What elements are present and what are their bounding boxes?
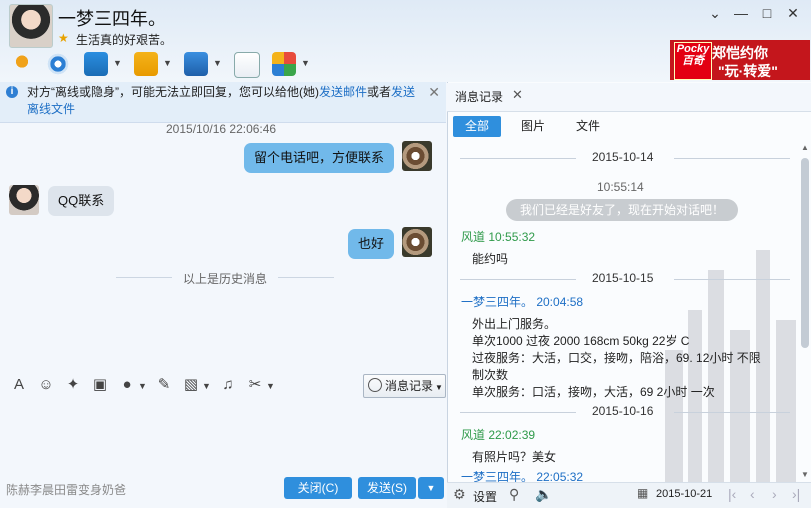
scrollbar-thumb[interactable] bbox=[801, 158, 809, 348]
video-call-icon[interactable] bbox=[46, 52, 70, 76]
date-separator: 2015-10-15 bbox=[460, 271, 790, 287]
contact-name[interactable]: 一梦三四年。 bbox=[58, 5, 166, 31]
voice-message-icon[interactable]: ● bbox=[118, 376, 136, 394]
close-icon[interactable]: ✕ bbox=[428, 84, 440, 101]
close-button[interactable]: 关闭(C) bbox=[284, 477, 352, 499]
next-page-icon[interactable]: › bbox=[772, 486, 777, 502]
new-discussion-icon[interactable] bbox=[234, 52, 260, 78]
message-input[interactable] bbox=[0, 398, 446, 472]
first-page-icon[interactable]: |‹ bbox=[728, 486, 736, 502]
message-bubble-incoming[interactable]: QQ联系 bbox=[48, 186, 115, 216]
history-message-text: 单次服务：口活，接吻，大活，69 2小时 一次 bbox=[472, 385, 715, 399]
music-icon[interactable]: ♫ bbox=[219, 376, 237, 394]
history-footer bbox=[447, 482, 811, 508]
shake-icon[interactable]: ✦ bbox=[64, 376, 82, 394]
speaker-icon[interactable]: 🔈 bbox=[535, 486, 552, 503]
prev-page-icon[interactable]: ‹ bbox=[750, 486, 755, 502]
contact-signature: 生活真的好艰苦。 bbox=[76, 33, 173, 47]
close-icon[interactable]: ✕ bbox=[782, 4, 804, 22]
gear-icon[interactable]: ⚙ bbox=[453, 486, 466, 503]
history-message-text: 过夜服务：大活，口交，接吻，陪浴，69. 12小时 不限 bbox=[472, 351, 761, 365]
notice-text-middle: 或者 bbox=[367, 85, 392, 99]
filter-images[interactable]: 图片 bbox=[511, 116, 555, 137]
apps-grid-icon[interactable] bbox=[272, 52, 296, 76]
history-message-text: 单次1000 过夜 2000 168cm 50kg 22岁 C bbox=[472, 334, 690, 348]
tab-message-history[interactable]: 消息记录 bbox=[455, 88, 503, 105]
send-button[interactable]: 发送(S) bbox=[358, 477, 416, 499]
message-history-button[interactable]: 消息记录 ▼ bbox=[363, 374, 446, 398]
chevron-down-icon[interactable]: ▼ bbox=[213, 58, 222, 68]
calendar-icon[interactable]: ▦ bbox=[637, 486, 648, 500]
minimize-icon[interactable]: — bbox=[730, 4, 752, 22]
notice-text-body: 对方“离线或隐身”，可能无法立即回复，您可以给他(她) bbox=[27, 85, 319, 99]
notice-text: 对方“离线或隐身”，可能无法立即回复，您可以给他(她)发送邮件或者发送离线文件 bbox=[27, 84, 419, 118]
ad-brand-logo: Pocky 百奇 bbox=[674, 42, 712, 80]
history-sender-line: 风道 10:55:32 bbox=[461, 230, 536, 244]
ad-banner[interactable]: Pocky 百奇 郑恺约你 "玩·转爱" bbox=[670, 40, 810, 80]
ad-line-2: "玩·转爱" bbox=[718, 63, 778, 79]
history-sender-line: 一梦三四年。 22:05:32 bbox=[461, 470, 584, 482]
my-avatar[interactable] bbox=[402, 141, 432, 171]
message-timestamp: 2015/10/16 22:06:46 bbox=[166, 122, 277, 136]
input-placeholder: 陈赫李晨田雷变身奶爸 bbox=[6, 483, 127, 497]
history-time: 10:55:14 bbox=[597, 180, 644, 194]
edit-icon[interactable]: ✎ bbox=[155, 376, 173, 394]
star-icon: ★ bbox=[58, 31, 69, 45]
chevron-down-icon[interactable]: ⌄ bbox=[704, 4, 726, 22]
offline-notice: i 对方“离线或隐身”，可能无法立即回复，您可以给他(她)发送邮件或者发送离线文… bbox=[0, 82, 446, 123]
chevron-down-icon[interactable]: ▼ bbox=[266, 381, 275, 391]
history-message-text: 制次数 bbox=[472, 368, 509, 382]
chevron-down-icon[interactable]: ▼ bbox=[138, 381, 147, 391]
history-sender-line: 一梦三四年。 20:04:58 bbox=[461, 295, 584, 309]
chevron-down-icon: ▼ bbox=[435, 383, 443, 392]
history-sender-line: 风道 22:02:39 bbox=[461, 428, 536, 442]
gif-icon[interactable]: ▣ bbox=[91, 376, 109, 394]
history-message-text: 有照片吗？美女 bbox=[472, 450, 557, 464]
filter-files[interactable]: 文件 bbox=[566, 116, 610, 137]
my-avatar[interactable] bbox=[402, 227, 432, 257]
close-icon[interactable]: ✕ bbox=[512, 87, 523, 103]
send-mail-link[interactable]: 发送邮件 bbox=[319, 85, 367, 99]
divider bbox=[278, 277, 334, 278]
peer-avatar[interactable] bbox=[9, 185, 39, 215]
date-separator-label: 2015-10-14 bbox=[592, 150, 654, 164]
chevron-down-icon[interactable]: ▼ bbox=[163, 58, 172, 68]
emoji-icon[interactable]: ☺ bbox=[37, 376, 55, 394]
maximize-icon[interactable]: □ bbox=[756, 4, 778, 22]
scroll-up-arrow-icon[interactable]: ▲ bbox=[801, 143, 809, 152]
image-icon[interactable]: ▧ bbox=[182, 376, 200, 394]
send-file-icon[interactable] bbox=[134, 52, 158, 76]
ad-line-1: 郑恺约你 bbox=[712, 45, 768, 61]
remote-assist-icon[interactable] bbox=[84, 52, 108, 76]
info-icon: i bbox=[6, 86, 18, 98]
screen-share-icon[interactable] bbox=[184, 52, 208, 76]
date-separator-label: 2015-10-15 bbox=[592, 271, 654, 285]
chevron-down-icon[interactable]: ▼ bbox=[202, 381, 211, 391]
date-picker-value[interactable]: 2015-10-21 bbox=[656, 488, 712, 500]
clock-icon bbox=[368, 378, 382, 392]
search-icon[interactable]: ⚲ bbox=[509, 486, 519, 503]
screenshot-icon[interactable]: ✂ bbox=[246, 376, 264, 394]
last-page-icon[interactable]: ›| bbox=[792, 486, 800, 502]
chevron-down-icon[interactable]: ▼ bbox=[113, 58, 122, 68]
history-message-text: 能约吗 bbox=[472, 252, 509, 266]
date-separator: 2015-10-14 bbox=[460, 150, 790, 166]
chevron-down-icon[interactable]: ▼ bbox=[301, 58, 310, 68]
message-history-label: 消息记录 bbox=[385, 379, 434, 393]
date-separator-label: 2015-10-16 bbox=[592, 404, 654, 418]
settings-label[interactable]: 设置 bbox=[473, 488, 497, 505]
date-separator: 2015-10-16 bbox=[460, 404, 790, 420]
send-options-chevron-icon[interactable]: ▼ bbox=[418, 477, 444, 499]
history-message-text: 外出上门服务。 bbox=[472, 317, 557, 331]
filter-all[interactable]: 全部 bbox=[453, 116, 501, 137]
contact-avatar[interactable] bbox=[9, 4, 53, 48]
microphone-icon[interactable] bbox=[10, 52, 34, 76]
font-icon[interactable]: A bbox=[10, 376, 28, 394]
history-divider-label: 以上是历史消息 bbox=[183, 272, 268, 286]
message-bubble-outgoing[interactable]: 也好 bbox=[348, 229, 395, 259]
message-bubble-outgoing[interactable]: 留个电话吧，方便联系 bbox=[244, 143, 395, 173]
scroll-down-arrow-icon[interactable]: ▼ bbox=[801, 470, 809, 479]
system-message: 我们已经是好友了，现在开始对话吧！ bbox=[506, 199, 738, 221]
divider bbox=[116, 277, 172, 278]
